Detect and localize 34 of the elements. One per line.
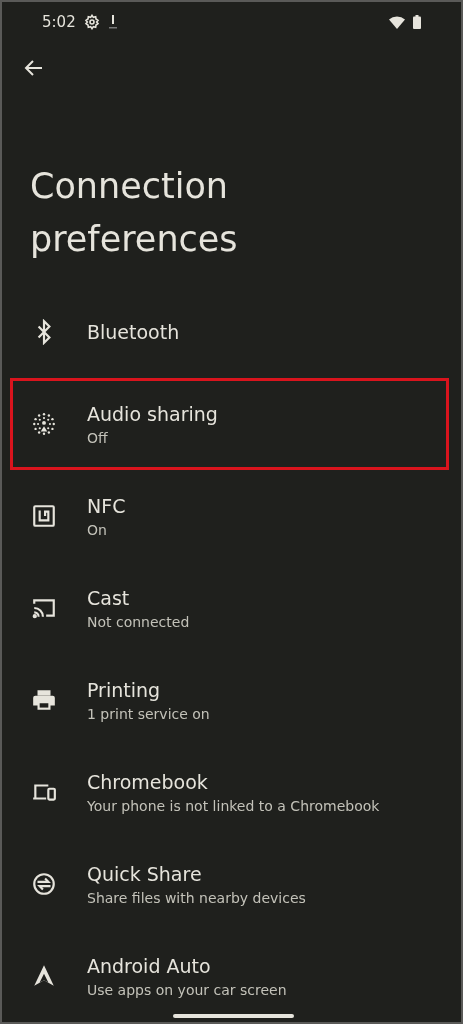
item-summary: Share files with nearby devices <box>87 889 306 906</box>
download-icon <box>107 14 118 30</box>
printer-icon <box>31 687 57 713</box>
item-summary: On <box>87 521 108 538</box>
clock: 5:02 <box>42 13 76 31</box>
highlighted-settings-item[interactable]: Audio sharing Off <box>10 378 449 470</box>
broadcast-icon <box>31 411 57 437</box>
item-title: Android Auto <box>87 954 212 977</box>
item-title: NFC <box>87 494 126 517</box>
item-title: Printing <box>87 678 162 701</box>
nfc-icon <box>31 503 57 529</box>
item-title: Quick Share <box>87 862 203 885</box>
settings-item[interactable]: Quick Share Share files with nearby devices <box>10 838 449 930</box>
item-summary: Off <box>87 429 109 446</box>
page-title: Connection preferences <box>30 165 239 261</box>
battery-icon <box>413 15 421 29</box>
item-summary: Use apps on your car screen <box>87 981 287 998</box>
settings-item[interactable]: Bluetooth <box>10 286 449 378</box>
settings-item[interactable]: Cast Not connected <box>10 562 449 654</box>
settings-item[interactable]: Printing 1 print service on <box>10 654 449 746</box>
settings-icon <box>83 14 100 30</box>
share-icon <box>31 871 57 897</box>
item-title: Bluetooth <box>87 321 180 343</box>
item-title: Cast <box>87 586 131 609</box>
wifi-icon <box>389 15 405 29</box>
settings-item[interactable]: Chromebook Your phone is not linked to a Chromebook <box>10 746 449 838</box>
item-title: Audio sharing <box>87 402 218 425</box>
settings-item[interactable]: NFC On <box>10 470 449 562</box>
item-title: Chromebook <box>87 770 209 793</box>
item-summary: 1 print service on <box>87 705 210 722</box>
navigation-icon <box>31 963 57 989</box>
item-summary: Not connected <box>87 613 190 630</box>
item-summary: Your phone is not linked to a Chromebook <box>87 797 380 814</box>
settings-item[interactable]: Android Auto Use apps on your car screen <box>10 930 449 1022</box>
